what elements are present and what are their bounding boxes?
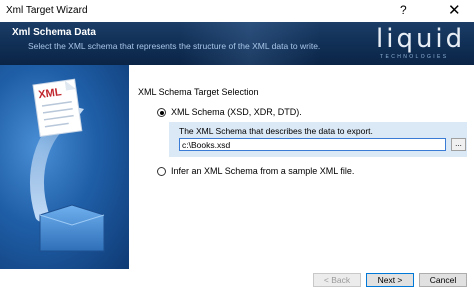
title-bar: Xml Target Wizard ? ✕ [0, 0, 474, 22]
section-title: XML Schema Target Selection [138, 87, 259, 97]
schema-file-group: The XML Schema that describes the data t… [169, 122, 467, 157]
radio-xml-schema-label[interactable]: XML Schema (XSD, XDR, DTD). [171, 107, 302, 117]
back-button[interactable]: < Back [313, 273, 361, 287]
next-button[interactable]: Next > [366, 273, 414, 287]
liquid-technologies-logo: liquid TECHNOLOGIES [376, 24, 472, 64]
cancel-button[interactable]: Cancel [419, 273, 467, 287]
radio-selected-dot [159, 110, 164, 115]
xml-document-into-folder-icon: XML [30, 78, 105, 252]
wizard-footer: < Back Next > Cancel [0, 269, 474, 293]
help-icon[interactable]: ? [400, 3, 407, 17]
logo-wordmark: liquid [376, 24, 466, 54]
browse-button[interactable]: ... [451, 138, 466, 151]
logo-tagline: TECHNOLOGIES [380, 54, 449, 60]
window-title: Xml Target Wizard [6, 5, 88, 16]
radio-infer-schema[interactable] [157, 167, 166, 176]
radio-xml-schema[interactable] [157, 108, 166, 117]
page-title: Xml Schema Data [12, 27, 96, 38]
schema-path-input[interactable] [179, 138, 446, 151]
page-subtitle: Select the XML schema that represents th… [28, 41, 321, 51]
radio-infer-schema-label[interactable]: Infer an XML Schema from a sample XML fi… [171, 166, 354, 176]
wizard-content: XML Schema Target Selection XML Schema (… [129, 76, 474, 269]
wizard-header: Xml Schema Data Select the XML schema th… [0, 22, 474, 65]
wizard-side-art: XML [0, 65, 129, 269]
close-icon[interactable]: ✕ [448, 1, 461, 19]
schema-file-description: The XML Schema that describes the data t… [179, 126, 373, 136]
